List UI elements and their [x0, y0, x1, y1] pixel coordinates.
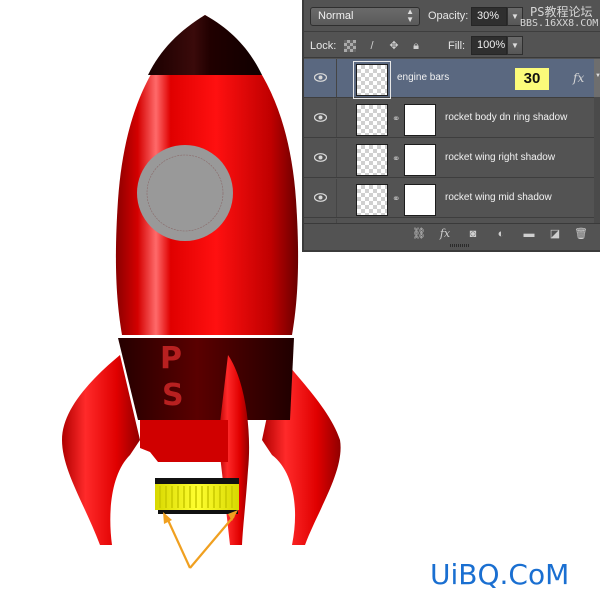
fill-input[interactable]: 100%	[471, 36, 507, 55]
rocket-dark-band	[118, 338, 294, 420]
layer-name: rocket wing right shadow	[445, 152, 556, 163]
chain-link-icon[interactable]: ⚭	[392, 113, 400, 127]
layer-row[interactable]: ⚭ rocket wing mid shadow	[304, 179, 594, 218]
layer-mask-thumbnail[interactable]	[404, 184, 436, 216]
step-number-badge: 30	[515, 68, 549, 90]
rocket-nose	[148, 15, 262, 75]
fill-dropdown-button[interactable]: ▼	[507, 36, 523, 55]
rocket-wing-left	[62, 355, 140, 545]
new-group-icon[interactable]: ▬	[522, 227, 536, 241]
annotation-arrows	[167, 515, 235, 569]
panel-resize-grip[interactable]	[450, 244, 470, 247]
scrollbar-thumb[interactable]: ▼	[594, 59, 600, 97]
eye-icon	[314, 193, 327, 202]
visibility-toggle[interactable]	[304, 59, 337, 97]
opacity-label: Opacity:	[428, 10, 469, 22]
opacity-input[interactable]: 30%	[471, 7, 507, 26]
lock-all-icon[interactable]: 🔒︎	[410, 40, 422, 52]
rocket-porthole	[137, 145, 233, 241]
layers-bottom-toolbar: ⛓ fx ◙ ◐ ▬ ◪ 🗑︎	[304, 223, 600, 243]
link-layers-icon[interactable]: ⛓	[412, 227, 426, 241]
rocket-letter: P	[160, 341, 182, 376]
lock-transparent-pixels-icon[interactable]	[344, 40, 356, 52]
blend-mode-value: Normal	[318, 10, 354, 22]
visibility-toggle[interactable]	[304, 139, 337, 177]
layer-row[interactable]: ⚭ rocket body dn ring shadow	[304, 99, 594, 138]
new-layer-icon[interactable]: ◪	[548, 227, 562, 241]
layer-name: rocket wing mid shadow	[445, 192, 552, 203]
layers-panel: Normal ▲ ▼ Opacity: 30% ▼ PS教程论坛 BBS.16XX…	[302, 0, 600, 252]
eye-icon	[314, 73, 327, 82]
eye-icon	[314, 113, 327, 122]
fx-icon[interactable]: fx	[573, 71, 584, 85]
visibility-toggle[interactable]	[304, 99, 337, 137]
watermark-url: BBS.16XX8.COM	[520, 18, 599, 29]
layers-scrollbar[interactable]: ▼	[594, 59, 600, 223]
lock-position-icon[interactable]: ✥	[388, 40, 400, 52]
layer-name: rocket body dn ring shadow	[445, 112, 568, 123]
fill-label: Fill:	[448, 40, 466, 52]
chain-link-icon[interactable]: ⚭	[392, 193, 400, 207]
layer-thumbnail	[356, 184, 388, 216]
layers-list: engine bars 30 fx ⚭ rocket body dn ring …	[304, 59, 600, 223]
layer-row-engine-bars[interactable]: engine bars 30 fx	[304, 59, 594, 99]
chain-link-icon[interactable]: ⚭	[392, 153, 400, 167]
layer-name: engine bars	[397, 72, 450, 83]
layer-thumbnail	[356, 144, 388, 176]
layer-mask-thumbnail[interactable]	[404, 104, 436, 136]
adjustment-layer-icon[interactable]: ◐	[494, 227, 508, 241]
rocket-engine-collar	[140, 420, 228, 462]
layer-thumbnail	[356, 104, 388, 136]
layer-thumbnail	[353, 61, 391, 99]
layer-row[interactable]: ⚭ rocket wing right shadow	[304, 139, 594, 178]
lock-label: Lock:	[310, 40, 337, 52]
add-layer-style-icon[interactable]: fx	[438, 227, 452, 241]
rocket-letter: S	[162, 378, 184, 413]
add-mask-icon[interactable]: ◙	[466, 227, 480, 241]
delete-layer-icon[interactable]: 🗑︎	[574, 227, 588, 241]
lock-fill-row: Lock: / ✥ 🔒︎ Fill: 100% ▼	[304, 32, 600, 58]
lock-image-pixels-icon[interactable]: /	[366, 40, 378, 52]
site-logo: UiBQ.CoM	[430, 558, 570, 591]
eye-icon	[314, 153, 327, 162]
updown-arrows-icon: ▲ ▼	[406, 7, 414, 24]
engine-bars-bottom-ring	[158, 510, 238, 514]
blend-mode-select[interactable]: Normal ▲ ▼	[310, 7, 420, 26]
layer-mask-thumbnail[interactable]	[404, 144, 436, 176]
arrow-right	[189, 515, 235, 569]
engine-bars-top-ring	[155, 478, 239, 484]
visibility-toggle[interactable]	[304, 179, 337, 217]
scroll-arrow-icon: ▼	[595, 73, 600, 79]
arrow-left	[167, 519, 191, 569]
